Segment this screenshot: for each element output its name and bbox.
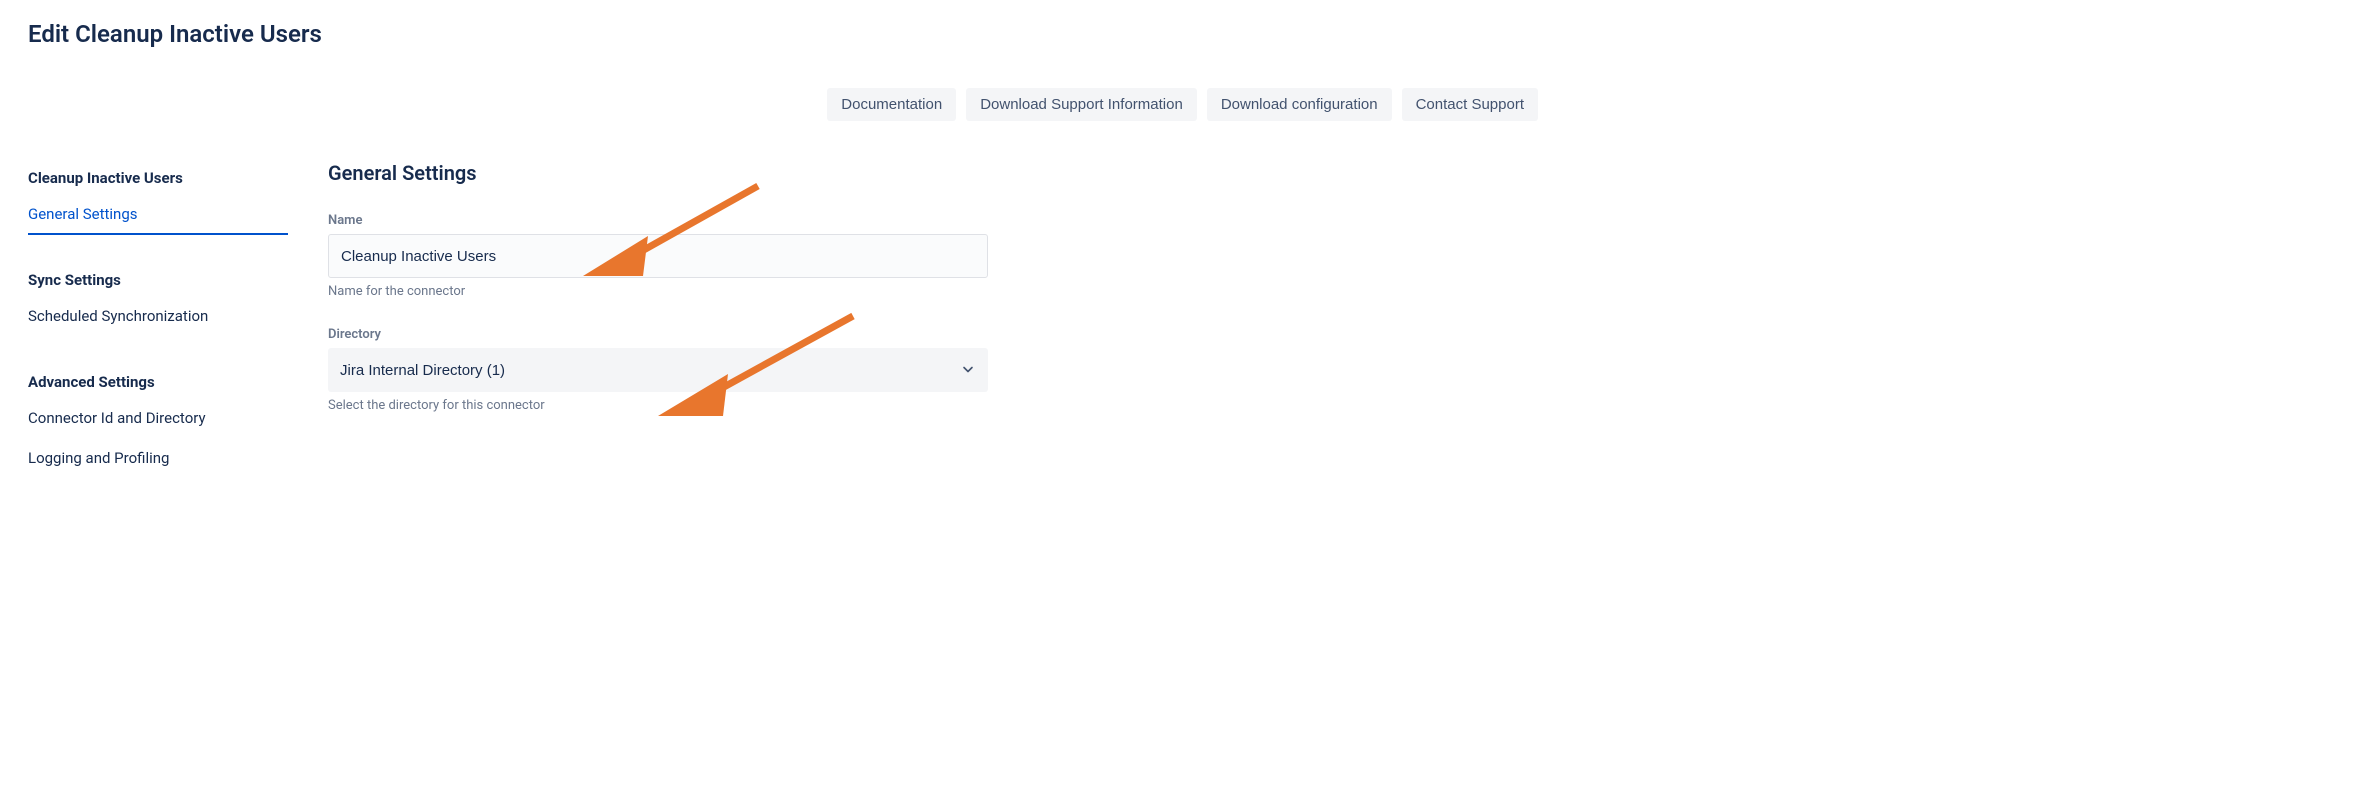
name-field: Name Name for the connector	[328, 213, 1028, 299]
sidebar-item-general-settings[interactable]: General Settings	[28, 195, 288, 235]
page-title: Edit Cleanup Inactive Users	[28, 20, 1548, 48]
sidebar-heading-sync: Sync Settings	[28, 263, 288, 297]
sidebar-item-connector-id[interactable]: Connector Id and Directory	[28, 399, 288, 439]
directory-select[interactable]: Jira Internal Directory (1)	[328, 348, 988, 392]
directory-field: Directory Jira Internal Directory (1) Se…	[328, 327, 1028, 413]
directory-label: Directory	[328, 327, 1028, 342]
sidebar-item-scheduled-sync[interactable]: Scheduled Synchronization	[28, 297, 288, 337]
action-bar: Documentation Download Support Informati…	[28, 88, 1548, 121]
main-panel: General Settings Name Name for the conne…	[328, 161, 1028, 507]
name-help: Name for the connector	[328, 284, 1028, 299]
section-title: General Settings	[328, 161, 1028, 185]
sidebar-heading-advanced: Advanced Settings	[28, 365, 288, 399]
download-config-button[interactable]: Download configuration	[1207, 88, 1392, 121]
name-input[interactable]	[328, 234, 988, 278]
name-label: Name	[328, 213, 1028, 228]
directory-help: Select the directory for this connector	[328, 398, 1028, 413]
contact-support-button[interactable]: Contact Support	[1402, 88, 1538, 121]
documentation-button[interactable]: Documentation	[827, 88, 956, 121]
download-support-button[interactable]: Download Support Information	[966, 88, 1197, 121]
sidebar-heading-cleanup: Cleanup Inactive Users	[28, 161, 288, 195]
sidebar: Cleanup Inactive Users General Settings …	[28, 161, 288, 507]
sidebar-item-logging[interactable]: Logging and Profiling	[28, 439, 288, 479]
